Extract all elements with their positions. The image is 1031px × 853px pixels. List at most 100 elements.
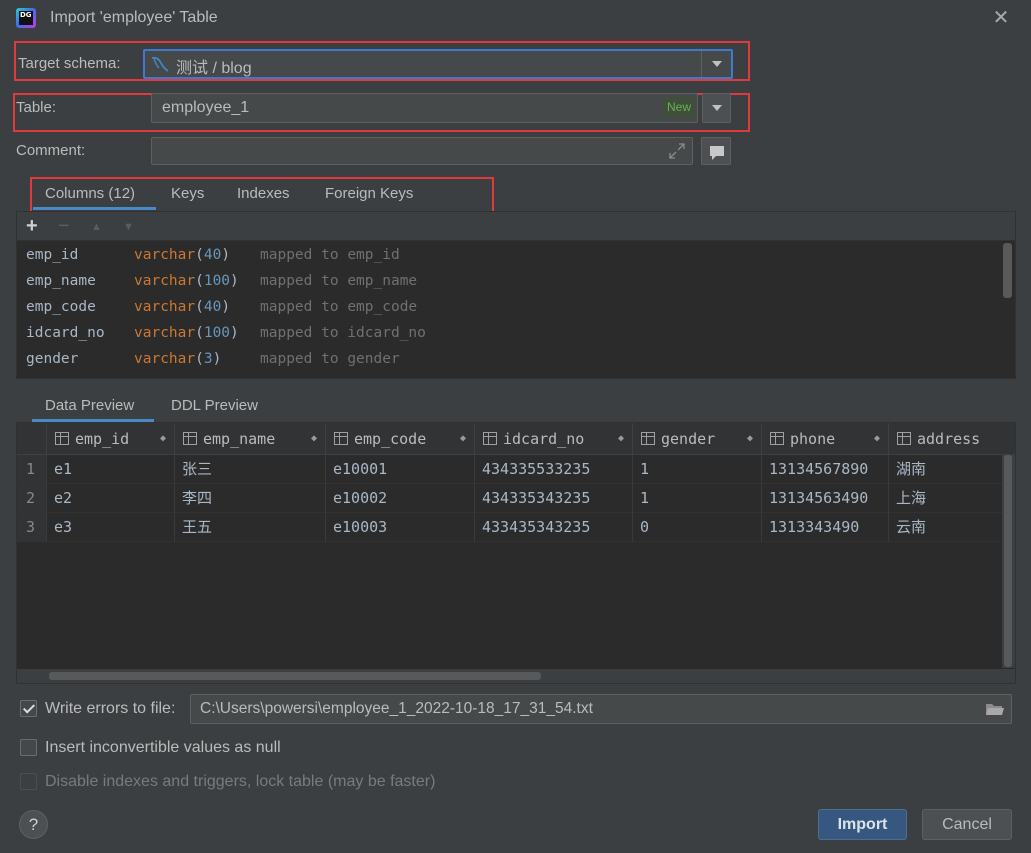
comment-button[interactable] (701, 137, 731, 165)
expand-icon[interactable] (668, 142, 686, 160)
column-mapping: mapped to gender (260, 351, 400, 367)
column-mapping: mapped to idcard_no (260, 325, 426, 341)
folder-icon[interactable] (985, 701, 1005, 717)
write-errors-checkbox[interactable] (20, 700, 37, 717)
column-header[interactable]: address (889, 423, 1015, 455)
column-header[interactable]: emp_code ◆ (326, 423, 475, 455)
table-cell[interactable]: 上海 (889, 484, 1015, 513)
table-cell[interactable]: 李四 (175, 484, 326, 513)
chevron-down-icon (711, 105, 722, 111)
tab-keys[interactable]: Keys (171, 185, 204, 202)
table-cell[interactable]: 云南 (889, 513, 1015, 542)
column-header[interactable]: idcard_no ◆ (475, 423, 633, 455)
columns-scrollbar[interactable] (1003, 243, 1012, 298)
row-number: 2 (17, 484, 47, 513)
sort-icon[interactable]: ◆ (618, 423, 624, 454)
column-name: idcard_no (26, 325, 105, 341)
sort-icon[interactable]: ◆ (160, 423, 166, 454)
table-cell[interactable]: 13134567890 (762, 455, 889, 484)
grid-vertical-scrollbar[interactable] (1004, 455, 1012, 667)
schema-dropdown-divider (701, 51, 702, 77)
column-mapping: mapped to emp_id (260, 247, 400, 263)
table-dropdown-button[interactable] (702, 93, 731, 123)
row-number-header (17, 423, 47, 455)
column-header[interactable]: emp_name ◆ (175, 423, 326, 455)
column-header[interactable]: gender ◆ (633, 423, 762, 455)
table-cell[interactable]: 13134563490 (762, 484, 889, 513)
table-cell[interactable]: e10002 (326, 484, 475, 513)
table-cell[interactable]: 湖南 (889, 455, 1015, 484)
table-cell[interactable]: e10003 (326, 513, 475, 542)
table-cell[interactable]: 王五 (175, 513, 326, 542)
inconvertible-null-label: Insert inconvertible values as null (45, 739, 281, 756)
help-button[interactable]: ? (19, 810, 48, 839)
column-type: varchar(40) (134, 247, 231, 263)
column-type: varchar(100) (134, 273, 239, 289)
schema-dropdown-button[interactable] (703, 51, 731, 77)
app-icon-text: DG (20, 11, 32, 19)
table-cell[interactable]: 张三 (175, 455, 326, 484)
column-row[interactable]: emp_code (26, 299, 96, 315)
disable-indexes-label: Disable indexes and triggers, lock table… (45, 773, 436, 790)
column-name: emp_code (26, 299, 96, 315)
import-button[interactable]: Import (818, 809, 907, 840)
column-row[interactable]: gender (26, 351, 78, 367)
sort-icon[interactable]: ◆ (874, 423, 880, 454)
close-icon[interactable]: ✕ (990, 7, 1012, 29)
sort-icon[interactable]: ◆ (747, 423, 753, 454)
tab-foreign-keys[interactable]: Foreign Keys (325, 185, 413, 202)
speech-bubble-icon (710, 146, 724, 160)
table-cell[interactable]: e1 (47, 455, 175, 484)
cancel-button[interactable]: Cancel (922, 809, 1012, 840)
table-column-icon (897, 432, 911, 445)
tab-data-preview[interactable]: Data Preview (45, 397, 134, 414)
row-number: 1 (17, 455, 47, 484)
column-type: varchar(40) (134, 299, 231, 315)
target-schema-label: Target schema: (18, 55, 121, 72)
sort-icon[interactable]: ◆ (460, 423, 466, 454)
column-row[interactable]: idcard_no (26, 325, 105, 341)
table-cell[interactable]: 1313343490 (762, 513, 889, 542)
column-header[interactable]: phone ◆ (762, 423, 889, 455)
sort-icon[interactable]: ◆ (311, 423, 317, 454)
comment-input[interactable] (151, 137, 693, 165)
table-column-icon (770, 432, 784, 445)
table-column-icon (483, 432, 497, 445)
table-cell[interactable]: e3 (47, 513, 175, 542)
column-type: varchar(3) (134, 351, 222, 367)
table-cell[interactable]: e10001 (326, 455, 475, 484)
table-cell[interactable]: 0 (633, 513, 762, 542)
column-row[interactable]: emp_id (26, 247, 78, 263)
comment-label: Comment: (16, 142, 86, 159)
column-mapping: mapped to emp_code (260, 299, 418, 315)
table-column-icon (334, 432, 348, 445)
target-schema-value: 测试 / blog (176, 60, 252, 77)
column-row[interactable]: emp_name (26, 273, 96, 289)
new-badge: New (663, 97, 695, 117)
data-preview-grid: emp_id ◆ emp_name ◆ emp_code ◆ idcard_no ◆ g… (16, 422, 1016, 684)
add-icon[interactable]: + (26, 216, 38, 236)
table-column-icon (183, 432, 197, 445)
move-up-icon[interactable]: ▲ (91, 221, 102, 233)
tab-columns[interactable]: Columns (12) (45, 185, 135, 202)
table-cell[interactable]: 433435343235 (475, 513, 633, 542)
column-header[interactable]: emp_id ◆ (47, 423, 175, 455)
tab-indexes[interactable]: Indexes (237, 185, 290, 202)
disable-indexes-checkbox (20, 773, 37, 790)
mysql-dolphin-icon (151, 56, 169, 72)
table-cell[interactable]: 434335533235 (475, 455, 633, 484)
inconvertible-null-checkbox[interactable] (20, 739, 37, 756)
column-name: emp_id (26, 247, 79, 263)
table-column-icon (641, 432, 655, 445)
table-cell[interactable]: 1 (633, 484, 762, 513)
move-down-icon[interactable]: ▼ (123, 221, 134, 233)
remove-icon[interactable]: − (58, 216, 70, 236)
tab-ddl-preview[interactable]: DDL Preview (171, 397, 258, 414)
grid-horizontal-scrollbar[interactable] (49, 672, 541, 680)
table-cell[interactable]: 1 (633, 455, 762, 484)
table-column-icon (55, 432, 69, 445)
table-name-value: employee_1 (162, 99, 250, 116)
table-cell[interactable]: e2 (47, 484, 175, 513)
chevron-down-icon (712, 61, 722, 67)
table-cell[interactable]: 434335343235 (475, 484, 633, 513)
